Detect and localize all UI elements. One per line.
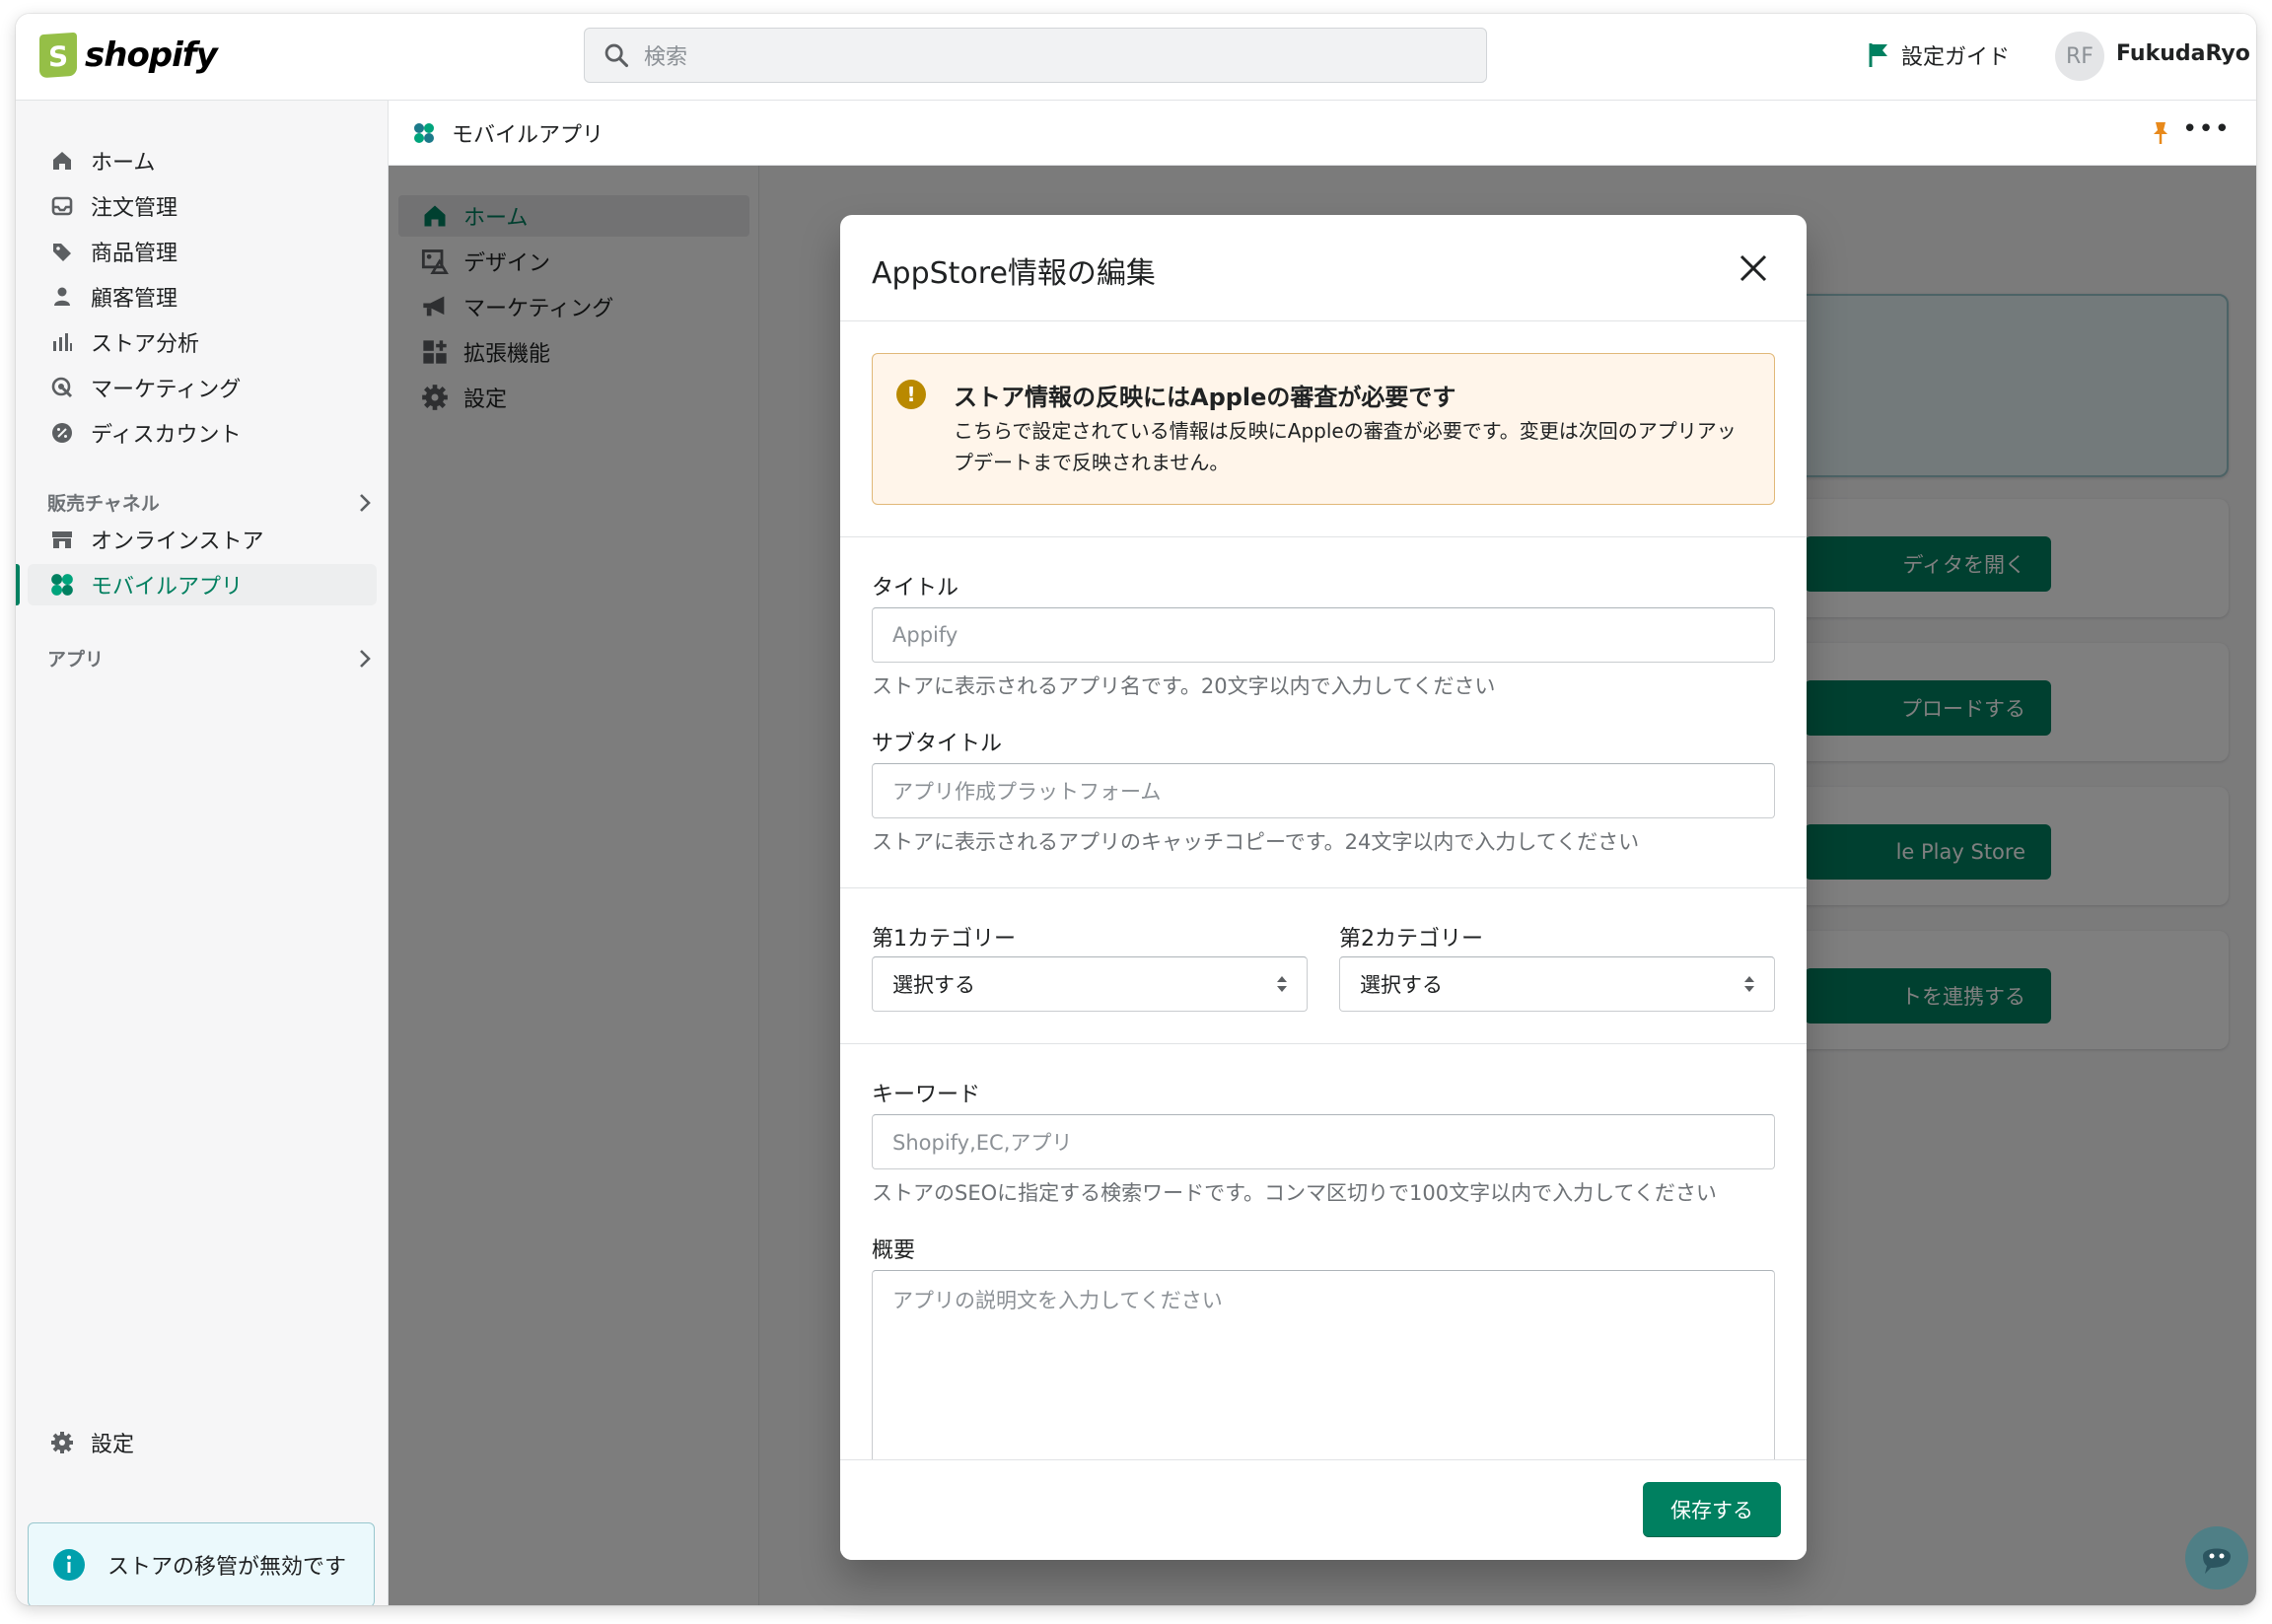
sidebar-item-mobile-app[interactable]: モバイルアプリ [28, 564, 377, 605]
target-icon [49, 375, 75, 400]
sidebar-item-label: モバイルアプリ [91, 575, 244, 600]
setup-guide-button[interactable]: 設定ガイド [1868, 39, 2010, 71]
home-icon [49, 148, 75, 174]
warning-heading: ストア情報の反映にはAppleの審査が必要です [954, 384, 1456, 411]
title-help: ストアに表示されるアプリ名です。20文字以内で入力してください [872, 674, 1496, 698]
sidebar-item-label: 商品管理 [91, 242, 178, 266]
search-icon [604, 43, 629, 68]
setup-guide-label: 設定ガイド [1901, 45, 2011, 70]
subtitle-help: ストアに表示されるアプリのキャッチコピーです。24文字以内で入力してください [872, 830, 1640, 854]
sidebar-item-label: ストア分析 [91, 332, 200, 357]
select-arrows-icon [1744, 976, 1754, 992]
subtitle-label: サブタイトル [872, 732, 1003, 756]
sidebar-item-analytics[interactable]: ストア分析 [28, 321, 377, 363]
modal-footer: 保存する [840, 1459, 1807, 1560]
app-icon [414, 122, 434, 143]
chevron-right-icon [360, 649, 371, 668]
edit-appstore-modal: AppStore情報の編集 ! ストア情報の反映にはAppleの審査が必要です … [840, 215, 1807, 1560]
shopify-bag-icon: S [39, 32, 77, 79]
apple-review-warning: ! ストア情報の反映にはAppleの審査が必要です こちらで設定されている情報は… [872, 353, 1775, 505]
banner-text: ストアの移管が無効です [107, 1555, 347, 1580]
keyword-input[interactable]: Shopify,EC,アプリ [872, 1114, 1775, 1169]
transfer-disabled-banner[interactable]: ストアの移管が無効です [28, 1522, 375, 1605]
apps-label: アプリ [47, 649, 105, 671]
app-icon [49, 572, 75, 598]
sidebar-item-label: オンラインストア [91, 530, 264, 554]
modal-header: AppStore情報の編集 [840, 215, 1807, 321]
chevron-right-icon [360, 493, 371, 512]
gear-icon [49, 1430, 75, 1455]
sidebar-item-label: マーケティング [91, 378, 242, 402]
warning-icon: ! [896, 380, 926, 409]
logo-text: shopify [85, 35, 218, 75]
sidebar-item-discounts[interactable]: ディスカウント [28, 412, 377, 454]
sidebar-item-orders[interactable]: 注文管理 [28, 185, 377, 227]
subtitle-input[interactable]: アプリ作成プラットフォーム [872, 763, 1775, 818]
inbox-icon [49, 193, 75, 219]
sidebar-item-home[interactable]: ホーム [28, 140, 377, 181]
apps-header[interactable]: アプリ [47, 645, 373, 671]
select-arrows-icon [1277, 976, 1287, 992]
save-button[interactable]: 保存する [1643, 1482, 1781, 1537]
app-header: モバイルアプリ ••• [389, 101, 2256, 166]
keyword-label: キーワード [872, 1083, 981, 1107]
title-label: タイトル [872, 576, 959, 600]
category2-value: 選択する [1360, 973, 1443, 997]
sidebar-item-online-store[interactable]: オンラインストア [28, 519, 377, 560]
chat-launcher[interactable] [2185, 1526, 2248, 1589]
keyword-help: ストアのSEOに指定する検索ワードです。コンマ区切りで100文字以内で入力してく… [872, 1181, 1717, 1205]
close-icon[interactable] [1738, 252, 1769, 284]
search-placeholder: 検索 [644, 45, 688, 70]
description-label: 概要 [872, 1238, 916, 1263]
person-icon [49, 284, 75, 310]
sidebar-item-label: ディスカウント [91, 423, 242, 448]
app-header-title: モバイルアプリ [452, 122, 604, 148]
pin-icon[interactable] [2150, 120, 2171, 146]
user-name[interactable]: FukudaRyo [2116, 41, 2250, 66]
top-bar: S shopify 検索 設定ガイド RF FukudaRyo [16, 14, 2256, 101]
sidebar-item-customers[interactable]: 顧客管理 [28, 276, 377, 318]
category2-select[interactable]: 選択する [1339, 956, 1775, 1012]
warning-body: こちらで設定されている情報は反映にAppleの審査が必要です。変更は次回のアプリ… [954, 419, 1737, 474]
category1-select[interactable]: 選択する [872, 956, 1308, 1012]
sidebar-item-marketing[interactable]: マーケティング [28, 367, 377, 408]
sidebar-item-products[interactable]: 商品管理 [28, 231, 377, 272]
category1-value: 選択する [892, 973, 975, 997]
sidebar-item-label: ホーム [91, 151, 156, 176]
section-divider [840, 536, 1807, 537]
sidebar-item-settings[interactable]: 設定 [28, 1422, 377, 1463]
store-icon [49, 527, 75, 552]
description-textarea[interactable]: アプリの説明文を入力してください [872, 1270, 1775, 1467]
title-input[interactable]: Appify [872, 607, 1775, 663]
avatar[interactable]: RF [2055, 32, 2104, 81]
chat-icon [2203, 1548, 2231, 1574]
shopify-logo[interactable]: S shopify [39, 32, 218, 79]
section-divider [840, 1043, 1807, 1044]
sales-channels-label: 販売チャネル [47, 493, 160, 515]
modal-title: AppStore情報の編集 [872, 256, 1156, 291]
flag-icon [1869, 43, 1887, 67]
more-actions-icon[interactable]: ••• [2182, 114, 2231, 144]
info-icon [53, 1549, 85, 1581]
sidebar-item-label: 顧客管理 [91, 287, 178, 312]
sidebar: ホーム 注文管理 商品管理 顧客管理 ストア分析 マーケティング ディスカウント… [16, 101, 389, 1605]
search-bar[interactable]: 検索 [584, 28, 1487, 83]
category2-label: 第2カテゴリー [1339, 927, 1483, 952]
section-divider [840, 887, 1807, 888]
sidebar-item-label: 設定 [91, 1433, 135, 1457]
active-indicator [16, 564, 20, 605]
tag-icon [49, 239, 75, 264]
sales-channels-header[interactable]: 販売チャネル [47, 489, 373, 516]
category1-label: 第1カテゴリー [872, 927, 1016, 952]
bar-chart-icon [49, 329, 75, 355]
discount-icon [49, 420, 75, 446]
sidebar-item-label: 注文管理 [91, 196, 178, 221]
